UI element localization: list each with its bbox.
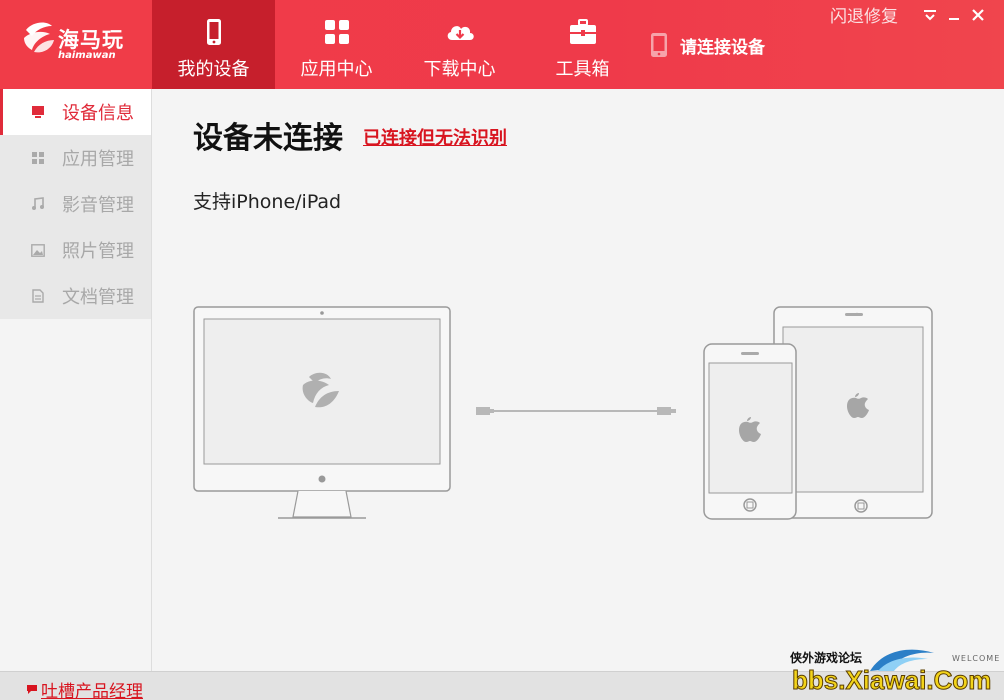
forum-watermark: 侠外游戏论坛 WELCOME bbs.Xiawai.Com xyxy=(790,645,1004,700)
sidebar-item-label: 影音管理 xyxy=(62,195,134,216)
sidebar: 设备信息 应用管理 影音管理 照片管理 文档管理 xyxy=(0,89,152,671)
sidebar-item-photo-manage[interactable]: 照片管理 xyxy=(0,227,151,273)
photo-icon xyxy=(30,242,46,258)
music-icon xyxy=(30,196,46,212)
main-panel: 设备未连接 已连接但无法识别 支持iPhone/iPad xyxy=(153,89,1004,671)
sidebar-item-device-info[interactable]: 设备信息 xyxy=(0,89,151,135)
feedback-link[interactable]: 吐槽产品经理 xyxy=(26,677,143,700)
cloud-download-icon xyxy=(447,26,474,40)
sidebar-item-label: 照片管理 xyxy=(62,241,134,262)
sidebar-item-label: 应用管理 xyxy=(62,149,134,170)
monitor-icon xyxy=(30,104,46,120)
sidebar-item-doc-manage[interactable]: 文档管理 xyxy=(0,273,151,319)
iphone-illustration xyxy=(703,343,797,520)
connection-illustration xyxy=(193,306,933,520)
sidebar-list: 设备信息 应用管理 影音管理 照片管理 文档管理 xyxy=(0,89,151,319)
close-icon xyxy=(972,8,984,21)
header-bar: 海马玩 haimawan 我的设备 应用中心 下载中心 工具箱 请连接设备 闪退… xyxy=(0,0,1004,89)
sidebar-item-label: 文档管理 xyxy=(62,287,134,308)
page-title: 设备未连接 xyxy=(193,121,343,156)
apps-icon xyxy=(30,150,46,166)
phone-outline-icon xyxy=(651,33,667,57)
brand-sub: haimawan xyxy=(58,50,116,61)
window-controls: 闪退修复 xyxy=(830,2,990,27)
device-status-text: 请连接设备 xyxy=(680,37,765,58)
watermark-welcome: WELCOME xyxy=(952,654,1001,663)
nav-download-center[interactable]: 下载中心 xyxy=(398,0,521,89)
nav-my-device[interactable]: 我的设备 xyxy=(152,0,275,89)
grid-icon xyxy=(324,20,349,44)
toolbox-icon xyxy=(569,19,596,44)
nav-label: 工具箱 xyxy=(555,59,610,80)
nav-label: 下载中心 xyxy=(423,59,496,80)
sidebar-item-media-manage[interactable]: 影音管理 xyxy=(0,181,151,227)
nav-app-center[interactable]: 应用中心 xyxy=(275,0,398,89)
menu-dropdown-button[interactable] xyxy=(918,5,942,25)
haima-logo-icon xyxy=(24,22,54,53)
main-nav: 我的设备 应用中心 下载中心 工具箱 xyxy=(152,0,644,89)
watermark-top-text: 侠外游戏论坛 xyxy=(790,651,863,665)
nav-label: 应用中心 xyxy=(300,59,373,80)
phone-icon xyxy=(206,19,221,45)
crash-repair-link[interactable]: 闪退修复 xyxy=(830,2,898,27)
minimize-icon xyxy=(949,17,959,20)
document-icon xyxy=(30,288,46,304)
nav-toolbox[interactable]: 工具箱 xyxy=(521,0,644,89)
sidebar-item-app-manage[interactable]: 应用管理 xyxy=(0,135,151,181)
connect-device-status[interactable]: 请连接设备 xyxy=(650,32,765,58)
chevron-down-icon xyxy=(924,9,936,20)
minimize-button[interactable] xyxy=(942,5,966,25)
feedback-label: 吐槽产品经理 xyxy=(41,682,143,700)
sidebar-item-label: 设备信息 xyxy=(62,103,134,124)
nav-label: 我的设备 xyxy=(177,59,250,80)
unrecognized-device-link[interactable]: 已连接但无法识别 xyxy=(363,124,507,150)
monitor-illustration xyxy=(193,306,451,519)
watermark-main-text: bbs.Xiawai.Com xyxy=(791,665,992,696)
usb-cable-illustration xyxy=(476,407,676,415)
ipad-illustration xyxy=(773,306,933,519)
support-text: 支持iPhone/iPad xyxy=(193,191,342,213)
close-button[interactable] xyxy=(966,5,990,25)
chat-bubble-icon xyxy=(27,684,37,694)
